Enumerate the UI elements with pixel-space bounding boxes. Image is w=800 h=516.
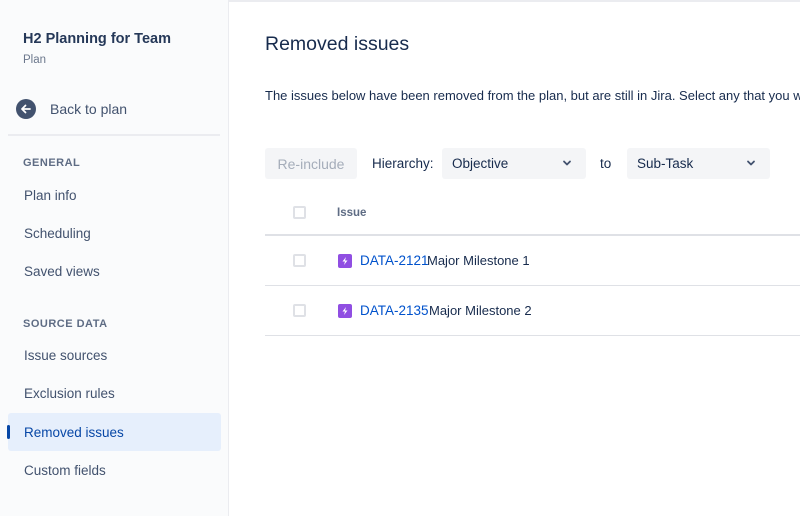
chevron-down-icon (563, 160, 571, 166)
arrow-left-icon (16, 99, 36, 119)
to-label: to (600, 156, 612, 171)
section-heading-source-data: SOURCE DATA (23, 318, 108, 330)
hierarchy-from-select[interactable]: Objective (442, 148, 586, 179)
sidebar-item-label: Plan info (24, 187, 77, 203)
active-indicator (7, 425, 10, 439)
sidebar-item-plan-info[interactable]: Plan info (8, 176, 221, 214)
back-to-plan-label: Back to plan (50, 101, 128, 117)
issue-key-link[interactable]: DATA-2135 (360, 303, 429, 318)
page-title: Removed issues (265, 33, 410, 55)
sidebar-item-saved-views[interactable]: Saved views (8, 252, 221, 290)
sidebar-item-label: Exclusion rules (24, 385, 115, 401)
sidebar-item-issue-sources[interactable]: Issue sources (8, 336, 221, 374)
issue-summary: Major Milestone 1 (427, 253, 530, 268)
plan-subtitle: Plan (23, 54, 47, 66)
sidebar-item-label: Removed issues (24, 424, 124, 440)
sidebar: H2 Planning for Team Plan Back to plan G… (0, 0, 229, 516)
hierarchy-to-value: Sub-Task (637, 156, 694, 171)
reinclude-button[interactable]: Re-include (265, 148, 357, 179)
table-row: DATA-2121 Major Milestone 1 (265, 236, 800, 286)
hierarchy-from-value: Objective (452, 156, 509, 171)
sidebar-item-label: Custom fields (24, 462, 106, 478)
hierarchy-to-select[interactable]: Sub-Task (627, 148, 770, 179)
back-to-plan-link[interactable]: Back to plan (8, 92, 220, 126)
sidebar-item-exclusion-rules[interactable]: Exclusion rules (8, 374, 221, 412)
column-header-issue: Issue (337, 207, 367, 219)
table-header: Issue (265, 196, 800, 236)
issue-summary: Major Milestone 2 (429, 303, 532, 318)
epic-lightning-icon (338, 304, 352, 318)
table-row: DATA-2135 Major Milestone 2 (265, 286, 800, 336)
epic-lightning-icon (338, 254, 352, 268)
row-checkbox[interactable] (293, 254, 306, 267)
row-checkbox[interactable] (293, 304, 306, 317)
issue-key-link[interactable]: DATA-2121 (360, 253, 429, 268)
sidebar-divider (8, 134, 220, 136)
sidebar-item-custom-fields[interactable]: Custom fields (8, 451, 221, 489)
sidebar-item-label: Issue sources (24, 347, 108, 363)
sidebar-item-label: Scheduling (24, 225, 91, 241)
chevron-down-icon (747, 160, 755, 166)
plan-title: H2 Planning for Team (23, 31, 171, 47)
section-heading-general: GENERAL (23, 157, 81, 169)
select-all-checkbox[interactable] (293, 206, 306, 219)
hierarchy-label: Hierarchy: (372, 156, 434, 171)
sidebar-item-scheduling[interactable]: Scheduling (8, 214, 221, 252)
sidebar-item-label: Saved views (24, 263, 100, 279)
sidebar-item-removed-issues[interactable]: Removed issues (8, 413, 221, 451)
page-description: The issues below have been removed from … (265, 88, 800, 103)
